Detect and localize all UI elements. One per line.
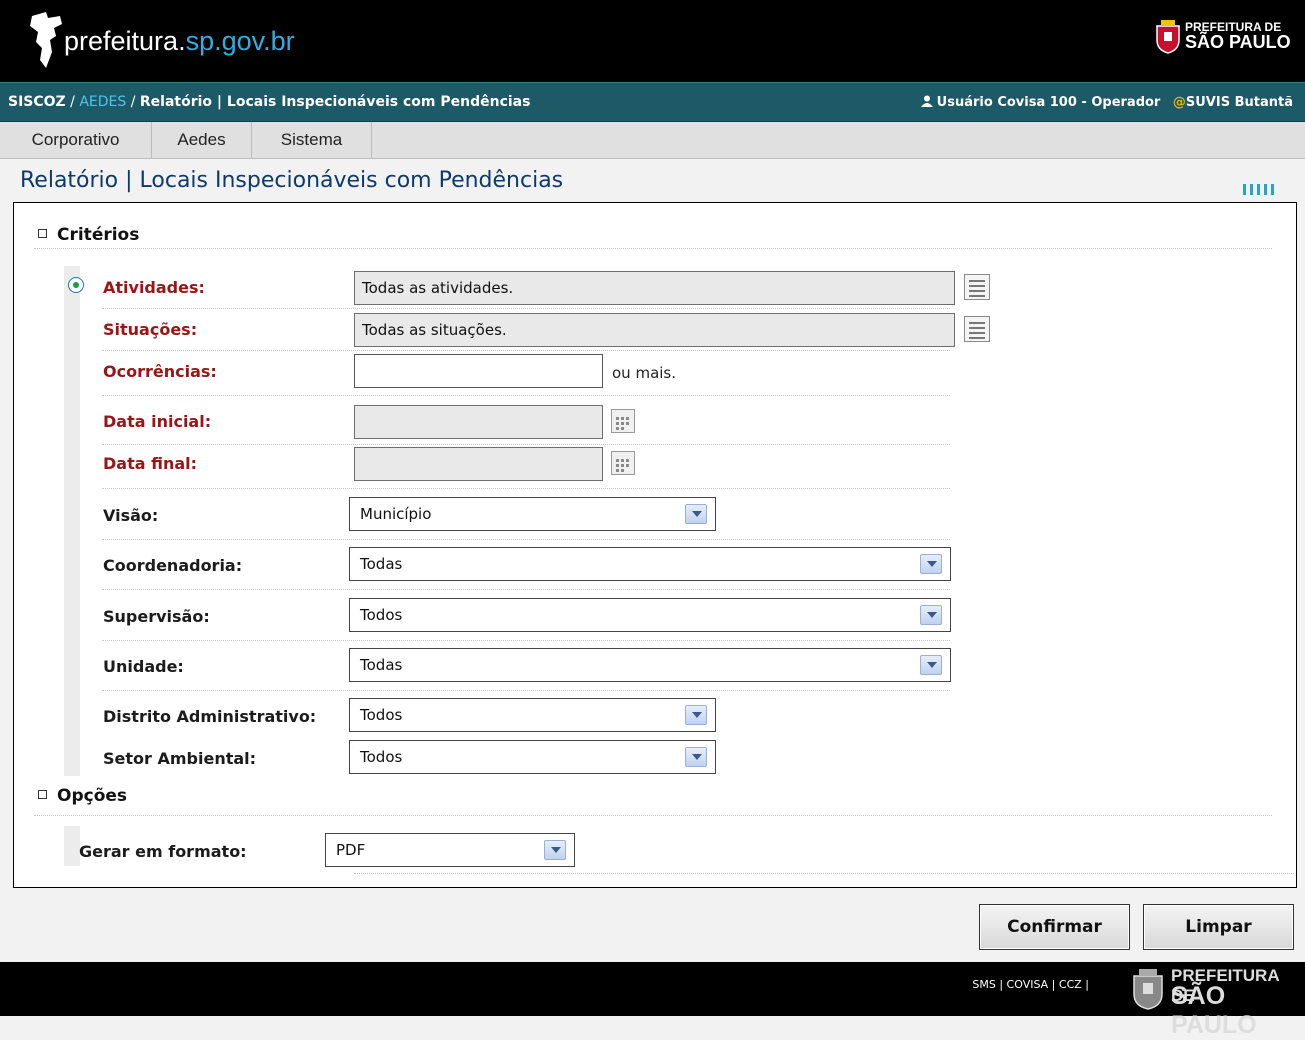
- situacoes-list-icon[interactable]: [964, 316, 990, 342]
- unidade-select-value: Todas: [360, 656, 403, 674]
- divider: [34, 815, 1272, 816]
- distrito-select[interactable]: Todos: [349, 698, 716, 732]
- collapse-square-icon: [38, 790, 47, 799]
- visao-select[interactable]: Município: [349, 497, 716, 531]
- chevron-down-icon: [920, 605, 942, 625]
- divider: [102, 350, 950, 351]
- coordenadoria-select-value: Todas: [360, 555, 403, 573]
- chevron-down-icon: [920, 554, 942, 574]
- ocorrencias-label: Ocorrências:: [103, 362, 217, 381]
- user-icon: [920, 95, 933, 107]
- formato-select[interactable]: PDF: [325, 833, 575, 867]
- ocorrencias-input[interactable]: [354, 354, 603, 388]
- data-final-calendar-icon[interactable]: [611, 451, 635, 475]
- supervisao-select[interactable]: Todos: [349, 598, 951, 632]
- breadcrumb-aedes-link[interactable]: AEDES: [79, 94, 126, 110]
- footer-links[interactable]: SMS | COVISA | CCZ |: [972, 978, 1089, 991]
- supervisao-label: Supervisão:: [103, 607, 210, 626]
- user-name: Usuário Covisa 100 - Operador: [936, 95, 1161, 110]
- divider: [34, 248, 1272, 249]
- divider: [102, 395, 950, 396]
- user-unit: SUVIS Butantã: [1185, 95, 1293, 110]
- situacoes-field[interactable]: Todas as situações.: [354, 313, 955, 347]
- coordenadoria-select[interactable]: Todas: [349, 547, 951, 581]
- page-title: Relatório | Locais Inspecionáveis com Pe…: [20, 168, 564, 193]
- chevron-down-icon: [544, 840, 566, 860]
- divider: [102, 589, 950, 590]
- options-stripe: [64, 826, 80, 866]
- chevron-down-icon: [685, 747, 707, 767]
- footer-prefeitura-logo: PREFEITURA DE SÃO PAULO: [1131, 966, 1303, 1039]
- footer-brand-line-2: SÃO PAULO: [1171, 982, 1257, 1039]
- divider: [102, 539, 950, 540]
- chevron-down-icon: [685, 705, 707, 725]
- chevron-down-icon: [685, 504, 707, 524]
- supervisao-select-value: Todos: [360, 606, 403, 624]
- divider: [102, 640, 950, 641]
- breadcrumb-root[interactable]: SISCOZ: [8, 94, 66, 110]
- ocorrencias-suffix: ou mais.: [612, 364, 677, 382]
- divider: [102, 444, 950, 445]
- criteria-radio[interactable]: [68, 277, 84, 293]
- divider: [354, 873, 1294, 874]
- collapse-square-icon: [38, 229, 47, 238]
- formato-label: Gerar em formato:: [79, 842, 247, 861]
- data-inicial-label: Data inicial:: [103, 412, 212, 431]
- distrito-select-value: Todos: [360, 706, 403, 724]
- prefeitura-logo: PREFEITURA DE SÃO PAULO: [1151, 18, 1301, 64]
- visao-label: Visão:: [103, 506, 159, 525]
- breadcrumb-bar: SISCOZ / AEDES / Relatório | Locais Insp…: [0, 82, 1305, 122]
- user-info: Usuário Covisa 100 - Operador @SUVIS But…: [920, 95, 1293, 110]
- criteria-stripe: [64, 266, 80, 776]
- atividades-field[interactable]: Todas as atividades.: [354, 271, 955, 305]
- breadcrumb-current: Relatório | Locais Inspecionáveis com Pe…: [139, 94, 531, 110]
- chevron-down-icon: [920, 655, 942, 675]
- menu-item-aedes[interactable]: Aedes: [152, 122, 252, 158]
- visao-select-value: Município: [360, 505, 432, 523]
- menu-item-corporativo[interactable]: Corporativo: [0, 122, 152, 158]
- at-icon: @: [1172, 95, 1186, 110]
- atividades-list-icon[interactable]: [964, 274, 990, 300]
- clear-button[interactable]: Limpar: [1143, 904, 1294, 950]
- divider: [102, 308, 950, 309]
- atividades-label: Atividades:: [103, 278, 205, 297]
- data-inicial-calendar-icon[interactable]: [611, 409, 635, 433]
- city-crest-icon: [1156, 20, 1180, 54]
- report-form-panel: Critérios Atividades: Todas as atividade…: [13, 202, 1297, 888]
- coordenadoria-label: Coordenadoria:: [103, 556, 243, 575]
- menu-item-sistema[interactable]: Sistema: [252, 122, 372, 158]
- unidade-label: Unidade:: [103, 657, 184, 676]
- site-footer: SMS | COVISA | CCZ | PREFEITURA DE SÃO P…: [0, 962, 1305, 1039]
- options-section-header[interactable]: Opções: [38, 786, 127, 806]
- main-menu: Corporativo Aedes Sistema: [0, 122, 1305, 159]
- divider: [102, 488, 950, 489]
- data-inicial-input[interactable]: [354, 405, 603, 439]
- unidade-select[interactable]: Todas: [349, 648, 951, 682]
- data-final-label: Data final:: [103, 454, 198, 473]
- site-header: prefeitura.sp.gov.br PREFEITURA DE SÃO P…: [0, 0, 1305, 82]
- breadcrumb: SISCOZ / AEDES / Relatório | Locais Insp…: [8, 94, 531, 110]
- setor-label: Setor Ambiental:: [103, 749, 257, 768]
- setor-select[interactable]: Todos: [349, 740, 716, 774]
- sp-state-map-logo-icon: [30, 12, 62, 68]
- site-name[interactable]: prefeitura.sp.gov.br: [64, 26, 295, 57]
- brand-line-2: SÃO PAULO: [1185, 32, 1291, 52]
- situacoes-label: Situações:: [103, 320, 198, 339]
- setor-select-value: Todos: [360, 748, 403, 766]
- distrito-label: Distrito Administrativo:: [103, 707, 317, 726]
- data-final-input[interactable]: [354, 447, 603, 481]
- divider: [102, 690, 950, 691]
- title-decoration-icon: [1243, 180, 1293, 195]
- city-crest-icon: [1133, 969, 1163, 1010]
- formato-select-value: PDF: [336, 841, 366, 859]
- confirm-button[interactable]: Confirmar: [979, 904, 1130, 950]
- criteria-section-header[interactable]: Critérios: [38, 225, 139, 245]
